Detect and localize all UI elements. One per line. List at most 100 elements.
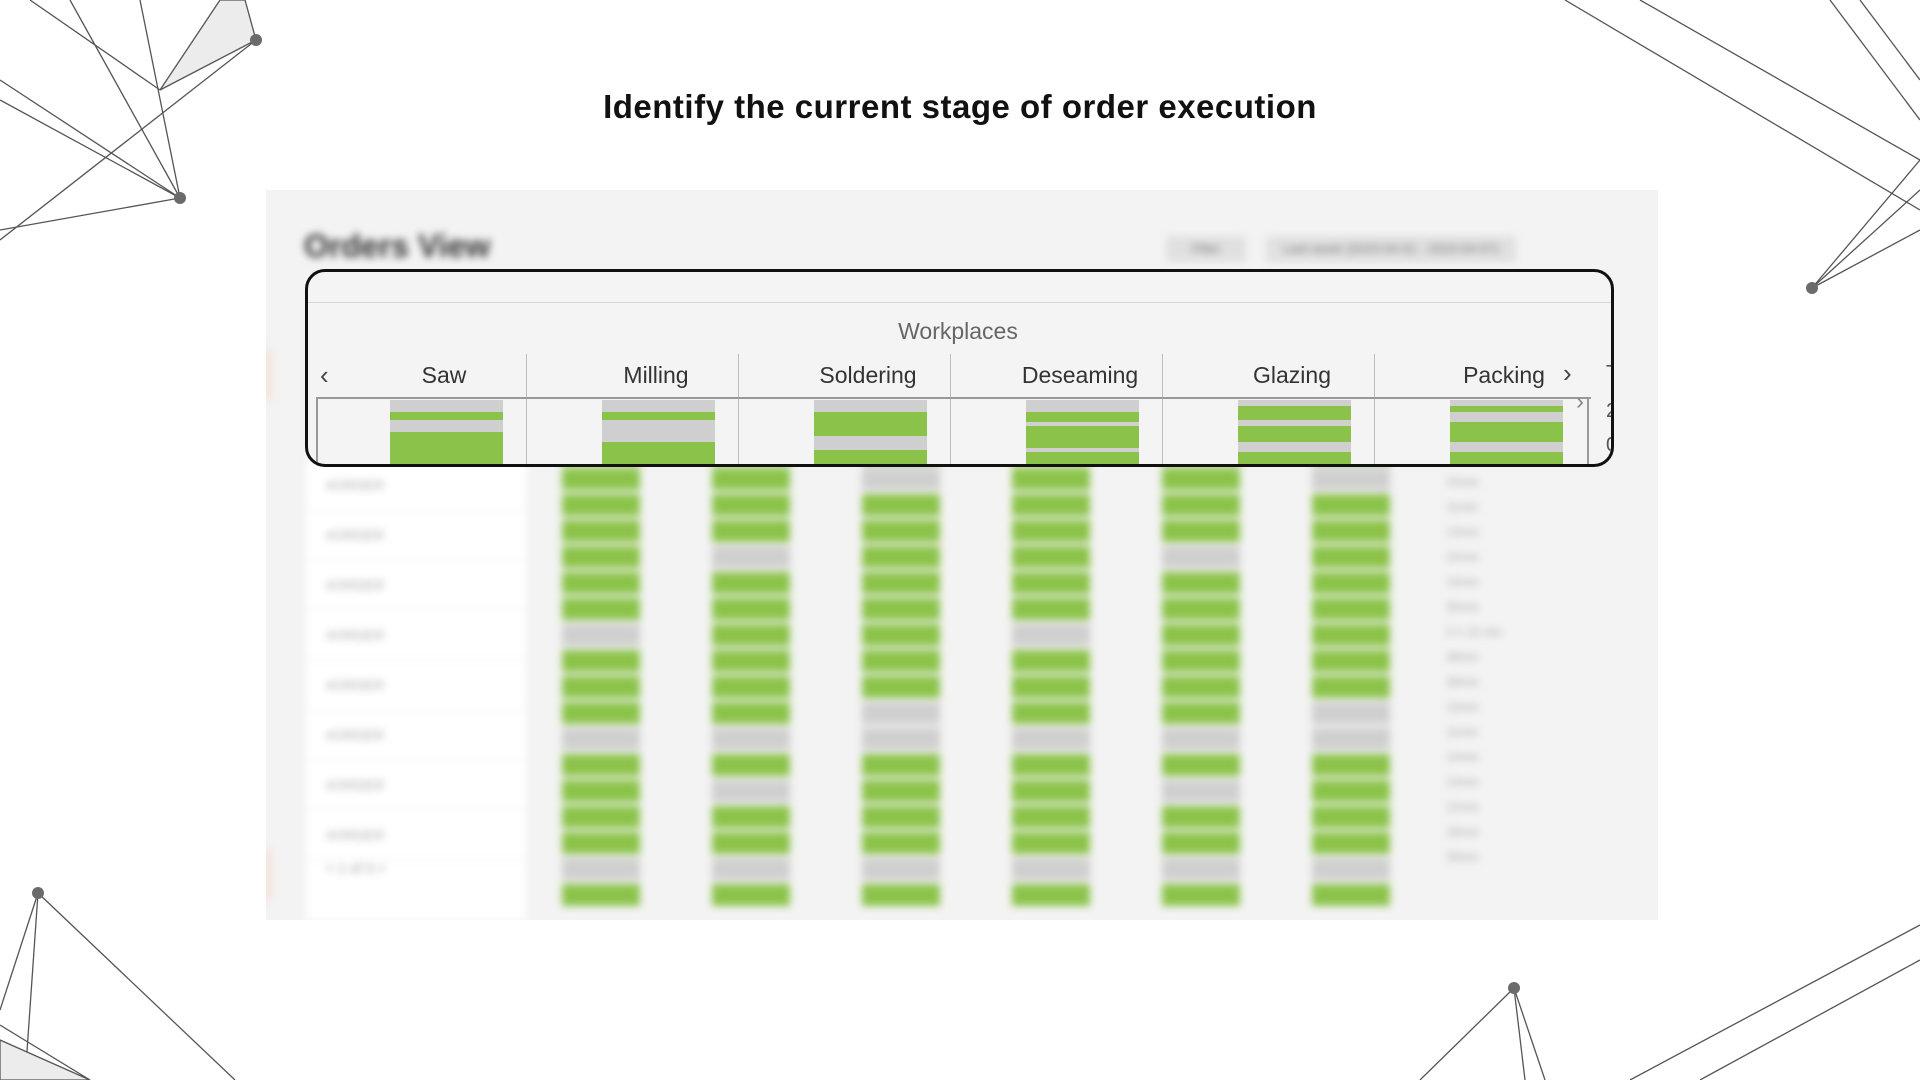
cut-off-text: 2 [1606,400,1611,423]
stage-segment [862,780,940,802]
progress-segment [814,412,927,436]
stage-segment [1012,520,1090,542]
stage-segment [1312,754,1390,776]
duration-label: 11min [1446,725,1478,739]
stage-segment [862,650,940,672]
progress-segment [602,420,715,442]
list-item[interactable]: #ORDER [306,510,526,560]
list-item[interactable]: #ORDER [306,610,526,660]
stage-segment [1162,780,1240,802]
stage-segment [1312,806,1390,828]
stage-segment [562,572,640,594]
progress-segment [1026,452,1139,464]
stage-segment [562,728,640,750]
date-range-select[interactable]: Last week (2023-04-01 - 2023-04-07) [1266,236,1516,262]
progress-segment [1238,406,1351,420]
stage-segment [712,572,790,594]
pagination[interactable]: < 1 of 3 > [326,860,385,876]
stage-segment [1012,468,1090,490]
stage-segment [1312,572,1390,594]
stage-label: Soldering [819,362,917,388]
stage-saw: Saw [338,354,550,464]
stage-segment [712,884,790,906]
progress-segment [602,442,715,464]
stage-segment [712,858,790,880]
filter-button[interactable]: Filter [1166,236,1246,262]
divider [308,302,1611,303]
stage-segment [562,702,640,724]
stage-segment [862,702,940,724]
divider [1374,354,1375,464]
cut-off-text: T [1606,362,1611,385]
stage-column [1012,390,1090,920]
chevron-left-icon[interactable]: ‹ [320,360,329,391]
progress-segment [1026,426,1139,448]
progress-segment [1450,452,1563,464]
arrow-right-icon: › [1576,388,1584,415]
stage-segment [1162,702,1240,724]
stage-segment [1012,494,1090,516]
stage-segment [1012,806,1090,828]
stage-column [862,390,940,920]
list-item[interactable]: #ORDER [306,760,526,810]
divider [950,354,951,464]
duration-label: 15min [1446,575,1479,589]
stage-segment [1312,780,1390,802]
timeline-axis-right [1587,397,1589,464]
stage-segment [1162,494,1240,516]
stage-segment [1012,728,1090,750]
stage-segment [862,520,940,542]
stage-segment [862,676,940,698]
stage-progress-bar [390,400,503,464]
stage-segment [1162,650,1240,672]
stage-deseaming: Deseaming [974,354,1186,464]
progress-segment [390,400,503,412]
stage-segment [862,728,940,750]
progress-segment [1026,400,1139,412]
duration-label: 18min [1446,825,1479,839]
slide-title: Identify the current stage of order exec… [603,88,1317,125]
stage-segment [1012,780,1090,802]
progress-segment [1450,442,1563,452]
progress-segment [814,450,927,464]
list-item[interactable]: #ORDER [306,810,526,860]
stage-segment [712,650,790,672]
stage-segment [862,572,940,594]
list-item[interactable]: #ORDER [306,710,526,760]
stage-segment [1012,884,1090,906]
duration-label: 11min [1446,500,1478,514]
stage-segment [862,806,940,828]
stage-segment [1312,520,1390,542]
stage-segment [562,832,640,854]
stage-segment [1012,702,1090,724]
progress-segment [1238,426,1351,442]
stage-segment [712,728,790,750]
progress-segment [390,420,503,432]
stage-segment [562,520,640,542]
list-item[interactable]: #ORDER [306,560,526,610]
stage-soldering: Soldering [762,354,974,464]
list-item[interactable]: #ORDER [306,660,526,710]
stage-segment [712,598,790,620]
progress-segment [1238,442,1351,452]
stage-segment [862,494,940,516]
stage-column [712,390,790,920]
list-item[interactable]: #ORDER [306,460,526,510]
stage-segment [862,754,940,776]
progress-segment [1026,412,1139,422]
page-title: Orders View [304,228,491,264]
stage-segment [1162,884,1240,906]
stage-segment [562,806,640,828]
stage-segment [712,702,790,724]
stage-segment [712,468,790,490]
duration-label: 13min [1446,775,1479,789]
stage-segment [1312,728,1390,750]
stage-segment [562,676,640,698]
stage-segment [562,546,640,568]
divider [1162,354,1163,464]
stage-segment [862,468,940,490]
stage-segment [1012,624,1090,646]
divider [526,354,527,464]
stage-segment [862,884,940,906]
stage-segment [862,598,940,620]
